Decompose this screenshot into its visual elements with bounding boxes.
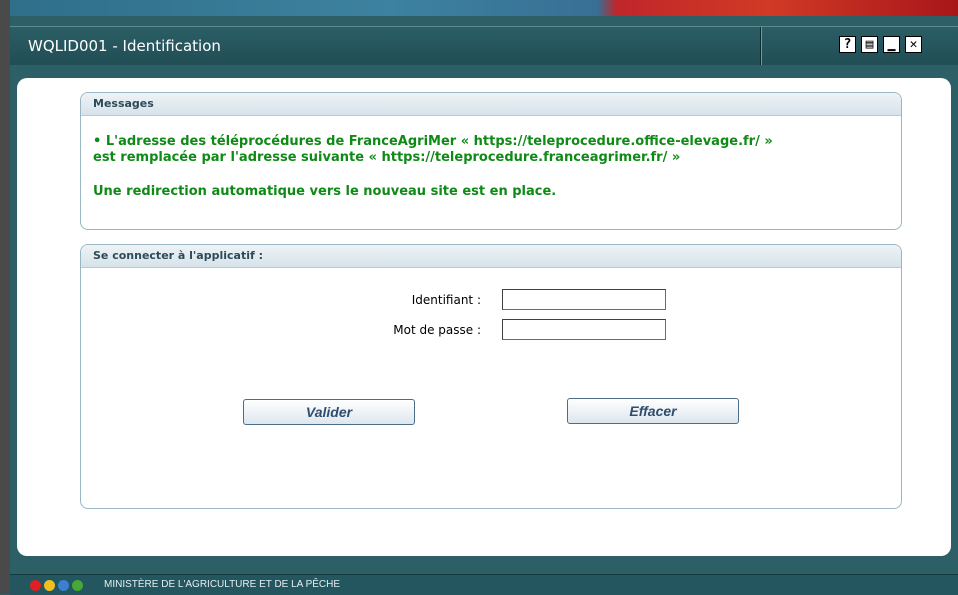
username-label: Identifiant : bbox=[411, 293, 481, 307]
message-line-2: est remplacée par l'adresse suivante « h… bbox=[93, 150, 681, 165]
window-title: WQLID001 - Identification bbox=[28, 37, 221, 55]
password-label: Mot de passe : bbox=[393, 323, 481, 337]
clear-button[interactable]: Effacer bbox=[567, 398, 739, 424]
close-icon[interactable]: ✕ bbox=[905, 36, 922, 53]
help-icon[interactable]: ? bbox=[839, 36, 856, 53]
password-input[interactable] bbox=[502, 319, 666, 340]
footer-dot-yellow bbox=[44, 580, 55, 591]
submit-button[interactable]: Valider bbox=[243, 399, 415, 425]
login-panel: Se connecter à l'applicatif : Identifian… bbox=[80, 244, 902, 509]
title-separator bbox=[760, 27, 762, 65]
footer-dot-blue bbox=[58, 580, 69, 591]
left-frame-strip bbox=[0, 0, 10, 594]
messages-panel: Messages • L'adresse des téléprocédures … bbox=[80, 92, 902, 230]
application-window: WQLID001 - Identification ? ▤ ▁ ✕ Messag… bbox=[10, 16, 958, 595]
username-input[interactable] bbox=[502, 289, 666, 310]
ministry-label: MINISTÈRE DE L'AGRICULTURE ET DE LA PÊCH… bbox=[104, 579, 341, 590]
footer-bar: MINISTÈRE DE L'AGRICULTURE ET DE LA PÊCH… bbox=[10, 574, 958, 595]
footer-dot-red bbox=[30, 580, 41, 591]
title-bar: WQLID001 - Identification ? ▤ ▁ ✕ bbox=[10, 26, 958, 65]
footer-dot-green bbox=[72, 580, 83, 591]
messages-panel-header: Messages bbox=[81, 93, 901, 116]
print-icon[interactable]: ▤ bbox=[861, 36, 878, 53]
message-line-1: • L'adresse des téléprocédures de France… bbox=[93, 134, 773, 149]
minimize-icon[interactable]: ▁ bbox=[883, 36, 900, 53]
message-line-3: Une redirection automatique vers le nouv… bbox=[93, 184, 557, 199]
top-banner bbox=[10, 0, 958, 16]
login-panel-header: Se connecter à l'applicatif : bbox=[81, 245, 901, 268]
content-area: Messages • L'adresse des téléprocédures … bbox=[17, 78, 951, 556]
